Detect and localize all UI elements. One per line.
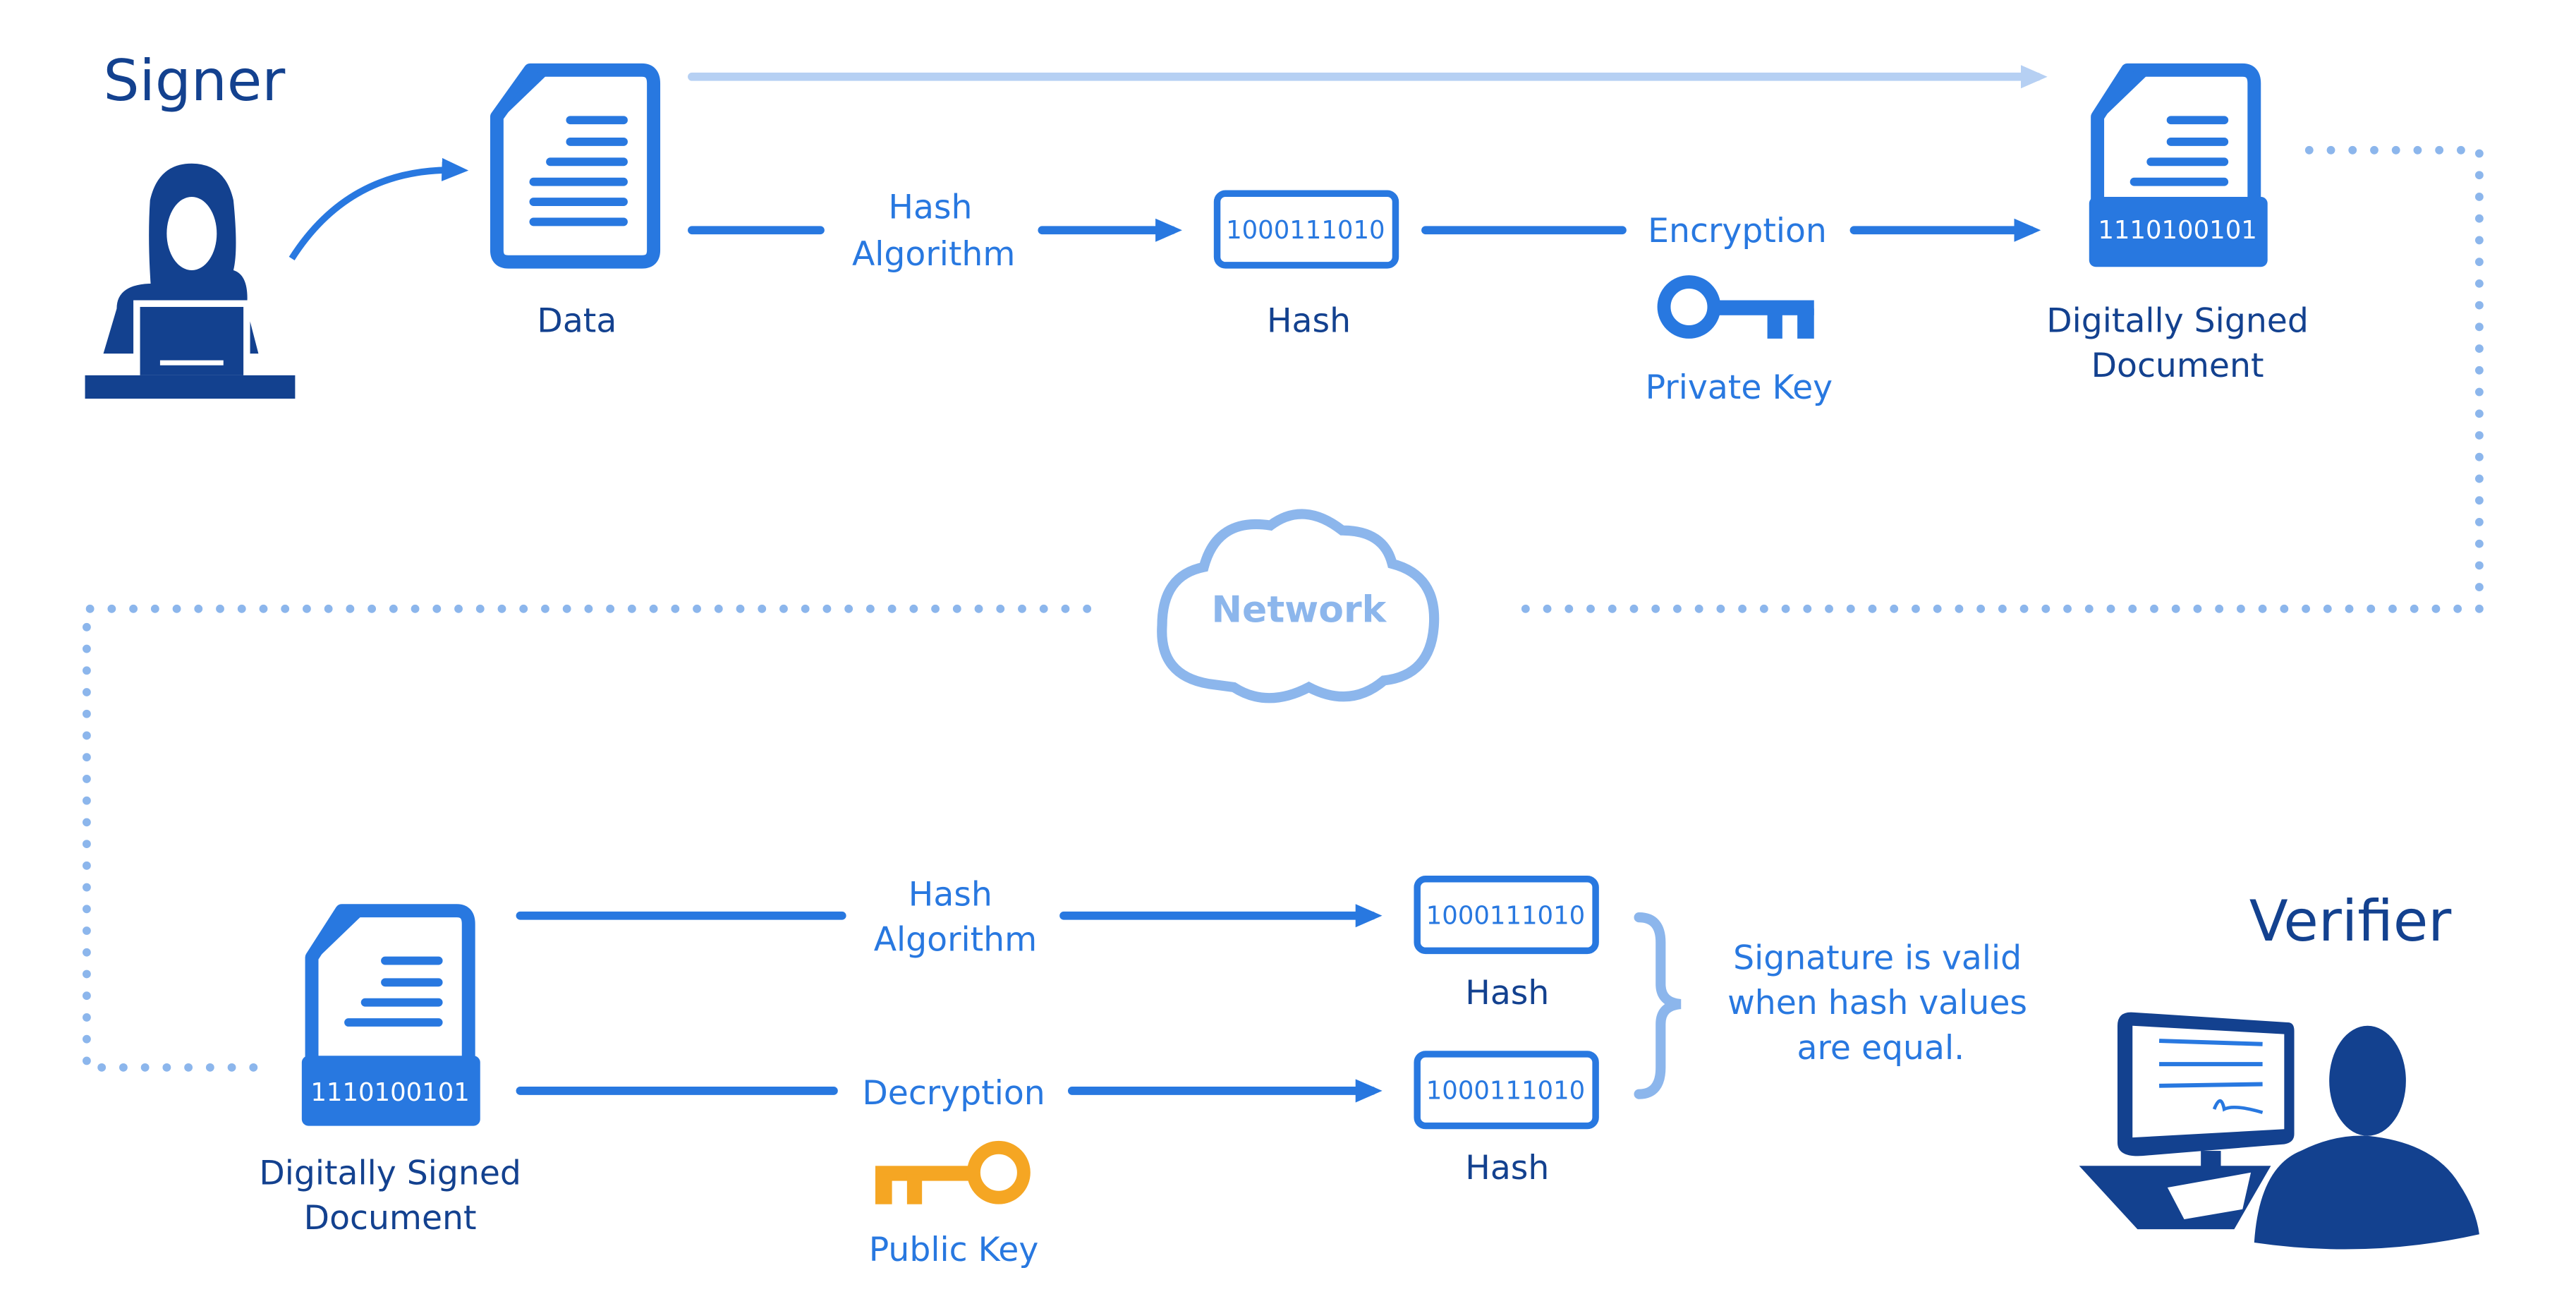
received-signed-value: 1110100101 xyxy=(310,1078,469,1107)
curly-brace xyxy=(1634,912,1682,1099)
digital-signature-diagram: Signer Data Hash Algorithm 1000111010 Has… xyxy=(83,47,2484,1269)
hash-value: 1000111010 xyxy=(1226,216,1385,245)
hash-label-2: Hash xyxy=(1465,1149,1549,1188)
verifier-hash-algorithm-label: Hash Algorithm xyxy=(874,876,1037,960)
hash-label-1: Hash xyxy=(1465,974,1549,1013)
encryption-label: Encryption xyxy=(1648,212,1827,250)
data-label: Data xyxy=(537,301,616,340)
hash-label: Hash xyxy=(1267,301,1351,340)
decryption-label: Decryption xyxy=(862,1074,1045,1113)
hash-algorithm-label: Hash Algorithm xyxy=(852,188,1015,274)
signer-title: Signer xyxy=(104,47,286,114)
public-key-label: Public Key xyxy=(869,1231,1039,1269)
verifier-title: Verifier xyxy=(2249,888,2453,954)
private-key-icon xyxy=(1657,275,1814,339)
signed-value: 1110100101 xyxy=(2098,216,2256,245)
network-label: Network xyxy=(1212,589,1387,632)
validity-note: Signature is valid when hash values are eq… xyxy=(1727,938,2027,1068)
received-document-label: Digitally Signed Document xyxy=(259,1154,521,1238)
data-document-icon xyxy=(490,63,661,269)
private-key-label: Private Key xyxy=(1646,368,1833,407)
signer-person-icon xyxy=(85,163,296,399)
hash-value-2: 1000111010 xyxy=(1426,1077,1585,1106)
network-path-left xyxy=(83,604,1092,1072)
public-key-icon xyxy=(875,1140,1031,1204)
signed-document-label: Digitally Signed Document xyxy=(2046,301,2309,385)
hash-value-1: 1000111010 xyxy=(1426,902,1585,931)
verifier-person-icon xyxy=(2079,1012,2479,1250)
curved-arrow xyxy=(288,157,469,260)
